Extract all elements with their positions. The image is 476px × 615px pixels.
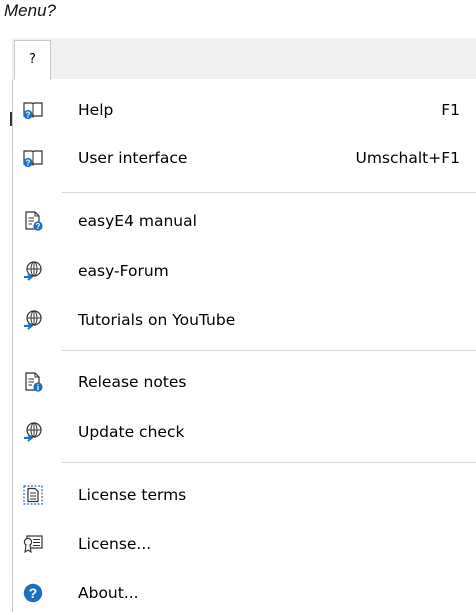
menu-separator xyxy=(62,462,476,463)
menu-separator xyxy=(62,350,476,351)
menu-item-shortcut: Umschalt+F1 xyxy=(355,149,460,167)
globe-link-icon xyxy=(24,422,42,442)
svg-text:?: ? xyxy=(36,222,41,231)
question-circle-icon: ? xyxy=(23,583,43,603)
document-info-icon: i xyxy=(25,372,43,392)
help-menu-tab[interactable]: ? xyxy=(14,40,51,80)
menu-item-help[interactable]: ? Help F1 xyxy=(13,88,476,132)
globe-link-icon xyxy=(24,310,42,330)
help-dropdown-menu: ? Help F1 ? User interface Umschalt+F1 ?… xyxy=(12,79,476,612)
menu-item-label: About... xyxy=(78,584,139,602)
svg-text:?: ? xyxy=(29,585,38,601)
menu-item-label: Tutorials on YouTube xyxy=(78,311,236,329)
certificate-icon xyxy=(23,535,43,554)
menu-item-label: easyE4 manual xyxy=(78,212,197,230)
page-caption: Menu? xyxy=(4,1,56,20)
menu-item-update-check[interactable]: Update check xyxy=(13,410,476,454)
menu-separator xyxy=(62,192,476,193)
globe-link-icon xyxy=(24,261,42,281)
menu-item-label: License... xyxy=(78,535,152,553)
license-document-icon xyxy=(23,485,43,505)
menu-item-license-terms[interactable]: License terms xyxy=(13,473,476,517)
document-help-icon: ? xyxy=(25,211,43,231)
menu-item-easye4-manual[interactable]: ? easyE4 manual xyxy=(13,199,476,243)
menu-item-label: Release notes xyxy=(78,373,187,391)
menu-item-release-notes[interactable]: i Release notes xyxy=(13,360,476,404)
menu-item-shortcut: F1 xyxy=(441,101,460,119)
menu-item-user-interface[interactable]: ? User interface Umschalt+F1 xyxy=(13,136,476,180)
menu-item-label: easy-Forum xyxy=(78,262,169,280)
menu-item-easy-forum[interactable]: easy-Forum xyxy=(13,249,476,293)
menu-bar xyxy=(12,38,476,79)
menu-item-about[interactable]: ? About... xyxy=(13,571,476,615)
menu-item-license[interactable]: License... xyxy=(13,522,476,566)
menu-item-label: License terms xyxy=(78,486,187,504)
menu-item-tutorials-youtube[interactable]: Tutorials on YouTube xyxy=(13,298,476,342)
menu-item-label: Update check xyxy=(78,423,185,441)
